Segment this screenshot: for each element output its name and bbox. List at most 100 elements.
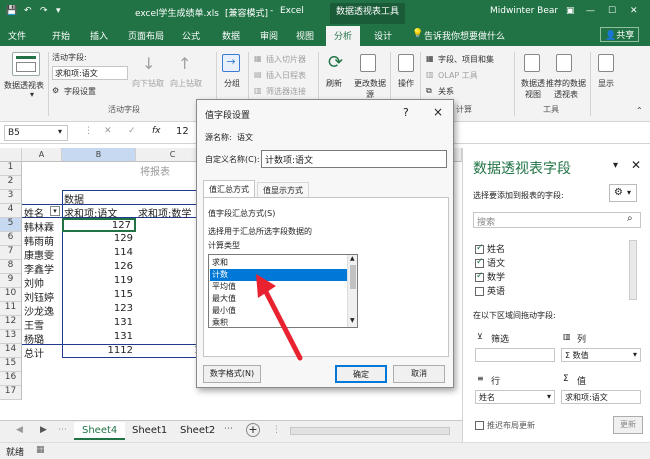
tab-review[interactable]: 审阅 bbox=[260, 29, 278, 42]
tab-page-layout[interactable]: 页面布局 bbox=[128, 29, 164, 42]
scroll-up-icon[interactable]: ▲ bbox=[350, 255, 355, 262]
recommended-pivot-button[interactable]: 推荐的数据透视表 bbox=[546, 78, 586, 100]
name-box-dropdown-icon[interactable]: ▾ bbox=[58, 127, 62, 136]
values-drop-zone[interactable]: 求和项:语文 bbox=[561, 390, 641, 404]
tab-scroll-icon[interactable]: ⋮ bbox=[272, 425, 281, 435]
function-icon[interactable]: fx bbox=[152, 126, 161, 136]
defer-update-checkbox[interactable]: 推迟布局更新 bbox=[475, 420, 535, 431]
row-header[interactable]: 10 bbox=[0, 288, 22, 302]
tab-formulas[interactable]: 公式 bbox=[182, 29, 200, 42]
row-header[interactable]: 13 bbox=[0, 330, 22, 344]
row-header[interactable]: 14 bbox=[0, 344, 22, 358]
relationships-button[interactable]: 关系 bbox=[438, 86, 454, 97]
drill-up-button[interactable]: 向上钻取 bbox=[170, 78, 202, 89]
tab-insert[interactable]: 插入 bbox=[90, 29, 108, 42]
filter-connections-button[interactable]: 筛选器连接 bbox=[266, 86, 306, 97]
tab-home[interactable]: 开始 bbox=[52, 29, 70, 42]
row-header[interactable]: 4 bbox=[0, 204, 22, 218]
actions-button[interactable]: 操作 bbox=[398, 78, 414, 89]
tab-data[interactable]: 数据 bbox=[222, 29, 240, 42]
horizontal-scrollbar[interactable] bbox=[290, 427, 450, 435]
formula-input[interactable]: 12 bbox=[176, 125, 196, 141]
scroll-left-icon[interactable]: ◀ bbox=[16, 425, 23, 435]
column-header-b[interactable]: B bbox=[62, 148, 136, 162]
pane-options-icon[interactable]: ▾ bbox=[613, 160, 618, 171]
scroll-thumb[interactable] bbox=[350, 265, 356, 289]
custom-name-input[interactable]: 计数项:语文 bbox=[261, 150, 447, 168]
update-button[interactable]: 更新 bbox=[613, 416, 643, 434]
chevron-down-icon[interactable]: ▾ bbox=[633, 350, 637, 359]
close-window-icon[interactable]: ✕ bbox=[630, 6, 638, 16]
cancel-icon[interactable]: ✕ bbox=[104, 126, 112, 136]
sheet-tab-sheet2[interactable]: Sheet2 bbox=[172, 422, 223, 440]
redo-icon[interactable]: ↷ bbox=[40, 6, 48, 16]
field-settings-button[interactable]: 字段设置 bbox=[64, 86, 96, 97]
fields-items-sets-button[interactable]: 字段、项目和集 bbox=[438, 54, 494, 65]
field-item-math[interactable]: 数学 bbox=[475, 270, 505, 283]
undo-icon[interactable]: ↶ bbox=[24, 6, 32, 16]
add-sheet-icon[interactable]: + bbox=[246, 423, 260, 437]
field-item-name[interactable]: 姓名 bbox=[475, 242, 505, 255]
row-header[interactable]: 2 bbox=[0, 176, 22, 190]
enter-icon[interactable]: ✓ bbox=[128, 126, 136, 136]
scroll-down-icon[interactable]: ▼ bbox=[350, 317, 355, 324]
row-header[interactable]: 9 bbox=[0, 274, 22, 288]
scroll-right-icon[interactable]: ▶ bbox=[40, 425, 47, 435]
pivot-dropdown-icon[interactable]: ▾ bbox=[30, 90, 34, 99]
row-header[interactable]: 15 bbox=[0, 358, 22, 372]
maximize-icon[interactable]: ☐ bbox=[608, 6, 616, 16]
field-item-english[interactable]: 英语 bbox=[475, 284, 505, 297]
ok-button[interactable]: 确定 bbox=[335, 365, 387, 383]
show-button[interactable]: 显示 bbox=[598, 78, 614, 89]
tab-file[interactable]: 文件 bbox=[8, 29, 26, 42]
collapse-ribbon-icon[interactable]: ⌃ bbox=[636, 106, 643, 115]
rows-drop-zone[interactable]: 姓名 ▾ bbox=[475, 390, 555, 404]
row-header[interactable]: 5 bbox=[0, 218, 22, 232]
row-header[interactable]: 16 bbox=[0, 372, 22, 386]
save-icon[interactable]: 💾 bbox=[6, 6, 17, 16]
pane-close-icon[interactable]: ✕ bbox=[631, 158, 641, 172]
layout-gear-button[interactable]: ⚙ ▾ bbox=[609, 184, 637, 202]
share-button[interactable]: 👤共享 bbox=[600, 27, 640, 42]
field-search-input[interactable]: 搜索 bbox=[473, 212, 641, 228]
field-list-scrollbar[interactable] bbox=[629, 240, 637, 300]
tab-view[interactable]: 视图 bbox=[296, 29, 314, 42]
list-scrollbar[interactable]: ▲ ▼ bbox=[347, 255, 357, 327]
olap-tools-button[interactable]: OLAP 工具 bbox=[438, 70, 478, 81]
more-tabs-icon[interactable]: ⋯ bbox=[58, 425, 67, 435]
insert-timeline-button[interactable]: 插入日程表 bbox=[266, 70, 306, 81]
close-icon[interactable]: × bbox=[433, 105, 443, 119]
column-header-a[interactable]: A bbox=[22, 148, 62, 162]
sheet-more-icon[interactable]: ⋯ bbox=[224, 424, 233, 434]
insert-slicer-button[interactable]: 插入切片器 bbox=[266, 54, 306, 65]
row-header[interactable]: 6 bbox=[0, 232, 22, 246]
group-button[interactable]: 分组 bbox=[224, 78, 240, 89]
cancel-button[interactable]: 取消 bbox=[393, 365, 445, 383]
field-item-chinese[interactable]: 语文 bbox=[475, 256, 505, 269]
tab-analyze[interactable]: 分析 bbox=[326, 26, 361, 46]
minimize-icon[interactable]: — bbox=[586, 6, 595, 16]
select-all-corner[interactable] bbox=[0, 148, 22, 162]
tell-me-input[interactable]: 告诉我你想要做什么 bbox=[424, 29, 505, 42]
active-field-input[interactable]: 求和项:语文 bbox=[52, 66, 128, 80]
pivot-table-button[interactable]: 数据透视表 bbox=[4, 80, 44, 91]
filter-dropdown-icon[interactable]: ▾ bbox=[50, 206, 60, 216]
filters-drop-zone[interactable] bbox=[475, 348, 555, 362]
row-header[interactable]: 17 bbox=[0, 386, 22, 400]
row-header[interactable]: 1 bbox=[0, 162, 22, 176]
drill-down-button[interactable]: 向下钻取 bbox=[132, 78, 164, 89]
chevron-down-icon[interactable]: ▾ bbox=[547, 392, 551, 401]
list-item[interactable]: 求和 bbox=[210, 257, 348, 269]
pivot-chart-button[interactable]: 数据透视图 bbox=[520, 78, 546, 100]
tab-design[interactable]: 设计 bbox=[374, 29, 392, 42]
change-source-button[interactable]: 更改数据源 bbox=[354, 78, 386, 100]
tab-show-values-as[interactable]: 值显示方式 bbox=[257, 182, 309, 198]
ribbon-options-icon[interactable]: ▣ bbox=[566, 6, 575, 16]
row-header[interactable]: 12 bbox=[0, 316, 22, 330]
sheet-tab-sheet1[interactable]: Sheet1 bbox=[124, 422, 175, 440]
selected-cell[interactable]: 127 bbox=[62, 218, 136, 232]
columns-drop-zone[interactable]: Σ 数值 ▾ bbox=[561, 348, 641, 362]
refresh-button[interactable]: 刷新 bbox=[326, 78, 342, 89]
row-header[interactable]: 11 bbox=[0, 302, 22, 316]
row-header[interactable]: 7 bbox=[0, 246, 22, 260]
